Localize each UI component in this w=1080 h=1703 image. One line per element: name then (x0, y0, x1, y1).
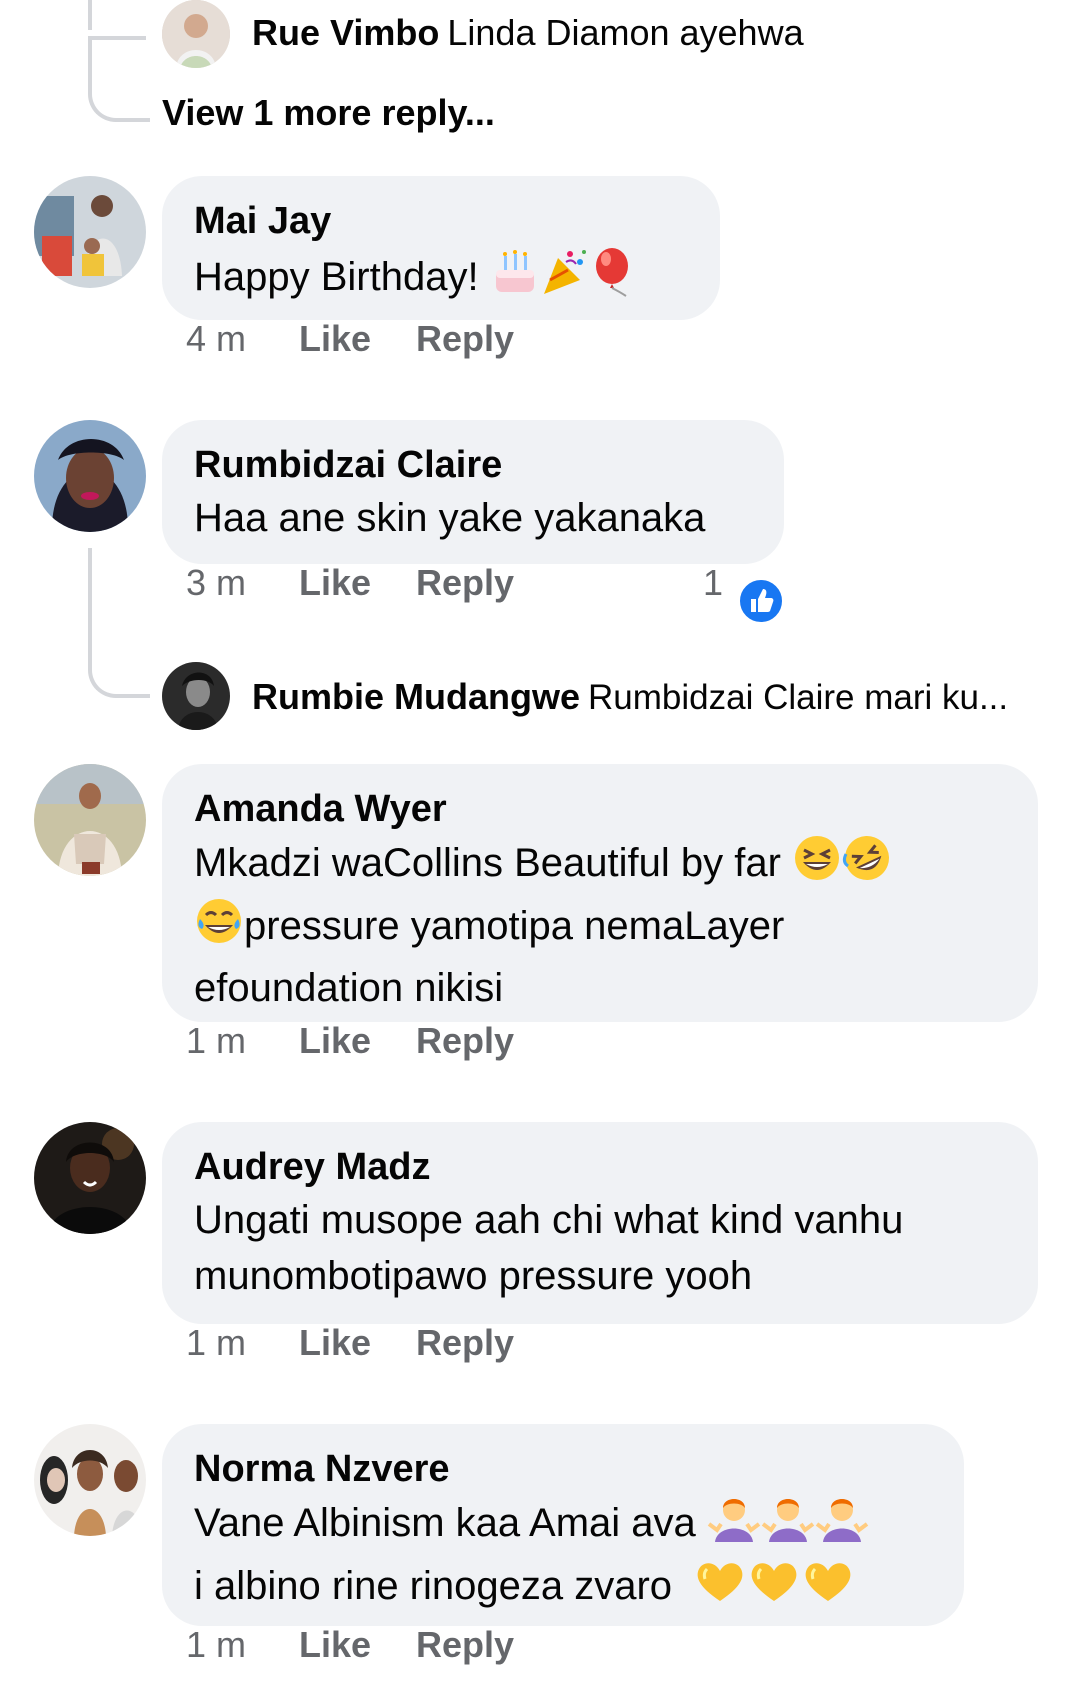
reply-text: Rumbidzai Claire mari ku... (588, 678, 1009, 717)
avatar[interactable] (34, 420, 146, 532)
comment-bubble[interactable]: Amanda Wyer Mkadzi waCollins Beautiful b… (162, 764, 1038, 1022)
comment-text: i albino rine rinogeza zvaro (194, 1557, 932, 1620)
comment-text-line: Mkadzi waCollins Beautiful by far (194, 841, 781, 886)
comment-author-name[interactable]: Amanda Wyer (194, 784, 1006, 834)
avatar-photo (162, 662, 230, 730)
comment-actions: 1 m Like Reply (186, 1322, 706, 1366)
comment-timestamp: 1 m (186, 1322, 247, 1363)
comment-bubble[interactable]: Norma Nzvere Vane Albinism kaa Amai ava … (162, 1424, 964, 1626)
comment-actions: 1 m Like Reply (186, 1020, 706, 1064)
comment-author-name[interactable]: Rumbidzai Claire (194, 440, 752, 490)
like-reaction-icon[interactable] (738, 578, 784, 624)
birthday-cake-icon (490, 248, 540, 311)
avatar[interactable] (162, 662, 230, 730)
reply-author-name[interactable]: Rumbie Mudangwe (252, 676, 580, 717)
like-button[interactable]: Like (299, 1624, 371, 1666)
laughing-face-icon (792, 834, 842, 897)
avatar[interactable] (34, 1122, 146, 1234)
avatar-photo (34, 764, 146, 876)
avatar[interactable] (34, 176, 146, 288)
comment-actions: 3 m Like Reply 1 (186, 562, 806, 606)
comment-text-line: Ungati musope aah chi what kind vanhu (194, 1198, 904, 1242)
comment-text-line: i albino rine rinogeza zvaro (194, 1564, 673, 1609)
comment-text-content: Happy Birthday! (194, 255, 479, 300)
woman-shrugging-icon (761, 1494, 815, 1557)
comment-text-line: pressure yamotipa nemaLayer (244, 904, 785, 949)
comment-text: pressure yamotipa nemaLayer (194, 897, 1006, 960)
yellow-heart-icon (801, 1557, 855, 1620)
comment-author-name[interactable]: Audrey Madz (194, 1142, 1006, 1192)
comment-timestamp: 3 m (186, 562, 247, 603)
reaction-count[interactable]: 1 (703, 562, 723, 604)
comment-bubble[interactable]: Mai Jay Happy Birthday! (162, 176, 720, 320)
comment-actions: 4 m Like Reply (186, 318, 706, 362)
yellow-heart-icon (693, 1557, 747, 1620)
comment-timestamp: 4 m (186, 318, 247, 359)
avatar-photo (34, 176, 146, 288)
thread-connector (88, 600, 150, 698)
reply-preview[interactable]: Rumbie Mudangwe Rumbidzai Claire mari ku.… (252, 676, 1008, 718)
avatar-photo (34, 420, 146, 532)
like-button[interactable]: Like (299, 1322, 371, 1364)
like-button[interactable]: Like (299, 562, 371, 604)
reply-preview[interactable]: Rue Vimbo Linda Diamon ayehwa (252, 12, 804, 54)
woman-shrugging-icon (815, 1494, 869, 1557)
comment-timestamp: 1 m (186, 1020, 247, 1061)
comment-bubble[interactable]: Rumbidzai Claire Haa ane skin yake yakan… (162, 420, 784, 564)
avatar-photo (162, 0, 230, 68)
reply-button[interactable]: Reply (416, 1322, 514, 1364)
thread-connector (88, 0, 146, 40)
comment-text-line: Vane Albinism kaa Amai ava (194, 1501, 696, 1546)
comment-author-name[interactable]: Mai Jay (194, 196, 688, 246)
comment-author-name[interactable]: Norma Nzvere (194, 1444, 932, 1494)
comment-timestamp: 1 m (186, 1624, 247, 1665)
party-popper-icon (540, 248, 590, 311)
avatar[interactable] (34, 764, 146, 876)
comment-text: Mkadzi waCollins Beautiful by far (194, 834, 1006, 897)
view-more-replies-link[interactable]: View 1 more reply... (162, 92, 495, 134)
reply-text: Linda Diamon ayehwa (447, 12, 804, 53)
comment-text: Vane Albinism kaa Amai ava (194, 1494, 932, 1557)
thread-connector (88, 40, 150, 122)
comment-actions: 1 m Like Reply (186, 1624, 706, 1668)
avatar[interactable] (162, 0, 230, 68)
tears-of-joy-icon (194, 897, 244, 960)
avatar[interactable] (34, 1424, 146, 1536)
avatar-photo (34, 1122, 146, 1234)
reply-button[interactable]: Reply (416, 562, 514, 604)
woman-shrugging-icon (707, 1494, 761, 1557)
comment-bubble[interactable]: Audrey Madz Ungati musope aah chi what k… (162, 1122, 1038, 1324)
reply-button[interactable]: Reply (416, 318, 514, 360)
comment-text: Happy Birthday! (194, 246, 688, 313)
comment-text-line: efoundation nikisi (194, 966, 504, 1010)
like-button[interactable]: Like (299, 1020, 371, 1062)
avatar-photo (34, 1424, 146, 1536)
reply-button[interactable]: Reply (416, 1624, 514, 1666)
comment-text: Haa ane skin yake yakanaka (194, 496, 706, 540)
reply-button[interactable]: Reply (416, 1020, 514, 1062)
balloon-icon (590, 246, 640, 313)
yellow-heart-icon (747, 1557, 801, 1620)
like-button[interactable]: Like (299, 318, 371, 360)
rolling-laughing-icon (842, 834, 892, 897)
comment-text-line: munombotipawo pressure yooh (194, 1254, 753, 1298)
reply-author-name[interactable]: Rue Vimbo (252, 12, 439, 53)
